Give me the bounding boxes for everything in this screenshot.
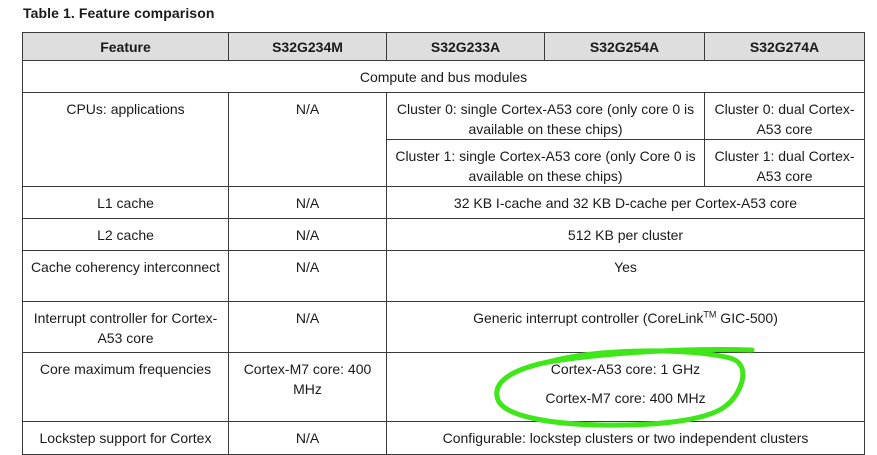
header-s32g233a: S32G233A	[386, 32, 545, 61]
cell-s32g234m-cpus: N/A	[228, 92, 387, 187]
cell-feature-freq: Core maximum frequencies	[22, 352, 229, 422]
cell-s32g234m-lockstep: N/A	[228, 421, 387, 455]
cell-cluster0-274a: Cluster 0: dual Cortex-A53 core	[704, 92, 865, 140]
section-title: Compute and bus modules	[22, 60, 865, 93]
cell-others-lockstep: Configurable: lockstep clusters or two i…	[386, 421, 865, 455]
freq-m7: Cortex-M7 core: 400 MHz	[545, 390, 706, 406]
cell-s32g234m-freq: Cortex-M7 core: 400 MHz	[228, 352, 387, 422]
cell-others-coherency: Yes	[386, 250, 865, 302]
header-feature: Feature	[22, 32, 229, 61]
trademark-mark: TM	[703, 309, 717, 320]
table-row-interrupt: Interrupt controller for Cortex-A53 core…	[22, 301, 865, 353]
cell-feature-interrupt: Interrupt controller for Cortex-A53 core	[22, 301, 229, 353]
interrupt-text: Generic interrupt controller (CoreLink	[473, 310, 704, 326]
cell-feature-l2: L2 cache	[22, 218, 229, 251]
table-row-lockstep: Lockstep support for Cortex N/A Configur…	[22, 421, 865, 455]
cell-feature-l1: L1 cache	[22, 186, 229, 219]
section-row: Compute and bus modules	[22, 60, 865, 93]
cell-others-freq: Cortex-A53 core: 1 GHz Cortex-M7 core: 4…	[386, 352, 865, 422]
header-s32g234m: S32G234M	[228, 32, 387, 61]
freq-values: Cortex-A53 core: 1 GHz Cortex-M7 core: 4…	[388, 354, 864, 416]
interrupt-text-end: GIC-500)	[716, 310, 778, 326]
cell-others-l1: 32 KB I-cache and 32 KB D-cache per Cort…	[386, 186, 865, 219]
cell-s32g234m-l1: N/A	[228, 186, 387, 219]
cell-s32g234m-interrupt: N/A	[228, 301, 387, 353]
table-caption: Table 1. Feature comparison	[23, 5, 215, 21]
cell-others-l2: 512 KB per cluster	[386, 218, 865, 251]
cell-s32g234m-coherency: N/A	[228, 250, 387, 302]
table-row-l2: L2 cache N/A 512 KB per cluster	[22, 218, 865, 251]
table-row-cpus: CPUs: applications N/A Cluster 0: single…	[22, 92, 865, 187]
cell-others-interrupt: Generic interrupt controller (CoreLinkTM…	[386, 301, 865, 353]
cell-cluster1-274a: Cluster 1: dual Cortex-A53 core	[704, 139, 865, 187]
freq-a53: Cortex-A53 core: 1 GHz	[550, 361, 701, 377]
table-row-l1: L1 cache N/A 32 KB I-cache and 32 KB D-c…	[22, 186, 865, 219]
header-s32g254a: S32G254A	[544, 32, 705, 61]
header-row: Feature S32G234M S32G233A S32G254A S32G2…	[22, 32, 865, 61]
table-row-freq: Core maximum frequencies Cortex-M7 core:…	[22, 352, 865, 422]
cell-s32g234m-l2: N/A	[228, 218, 387, 251]
header-s32g274a: S32G274A	[704, 32, 865, 61]
feature-comparison-table: Feature S32G234M S32G233A S32G254A S32G2…	[22, 32, 865, 455]
cell-feature-cpus: CPUs: applications	[22, 92, 229, 187]
table-row-coherency: Cache coherency interconnect N/A Yes	[22, 250, 865, 302]
cell-cluster1-shared: Cluster 1: single Cortex-A53 core (only …	[386, 139, 705, 187]
cell-cluster0-shared: Cluster 0: single Cortex-A53 core (only …	[386, 92, 705, 140]
cell-feature-coherency: Cache coherency interconnect	[22, 250, 229, 302]
cell-feature-lockstep: Lockstep support for Cortex	[22, 421, 229, 455]
